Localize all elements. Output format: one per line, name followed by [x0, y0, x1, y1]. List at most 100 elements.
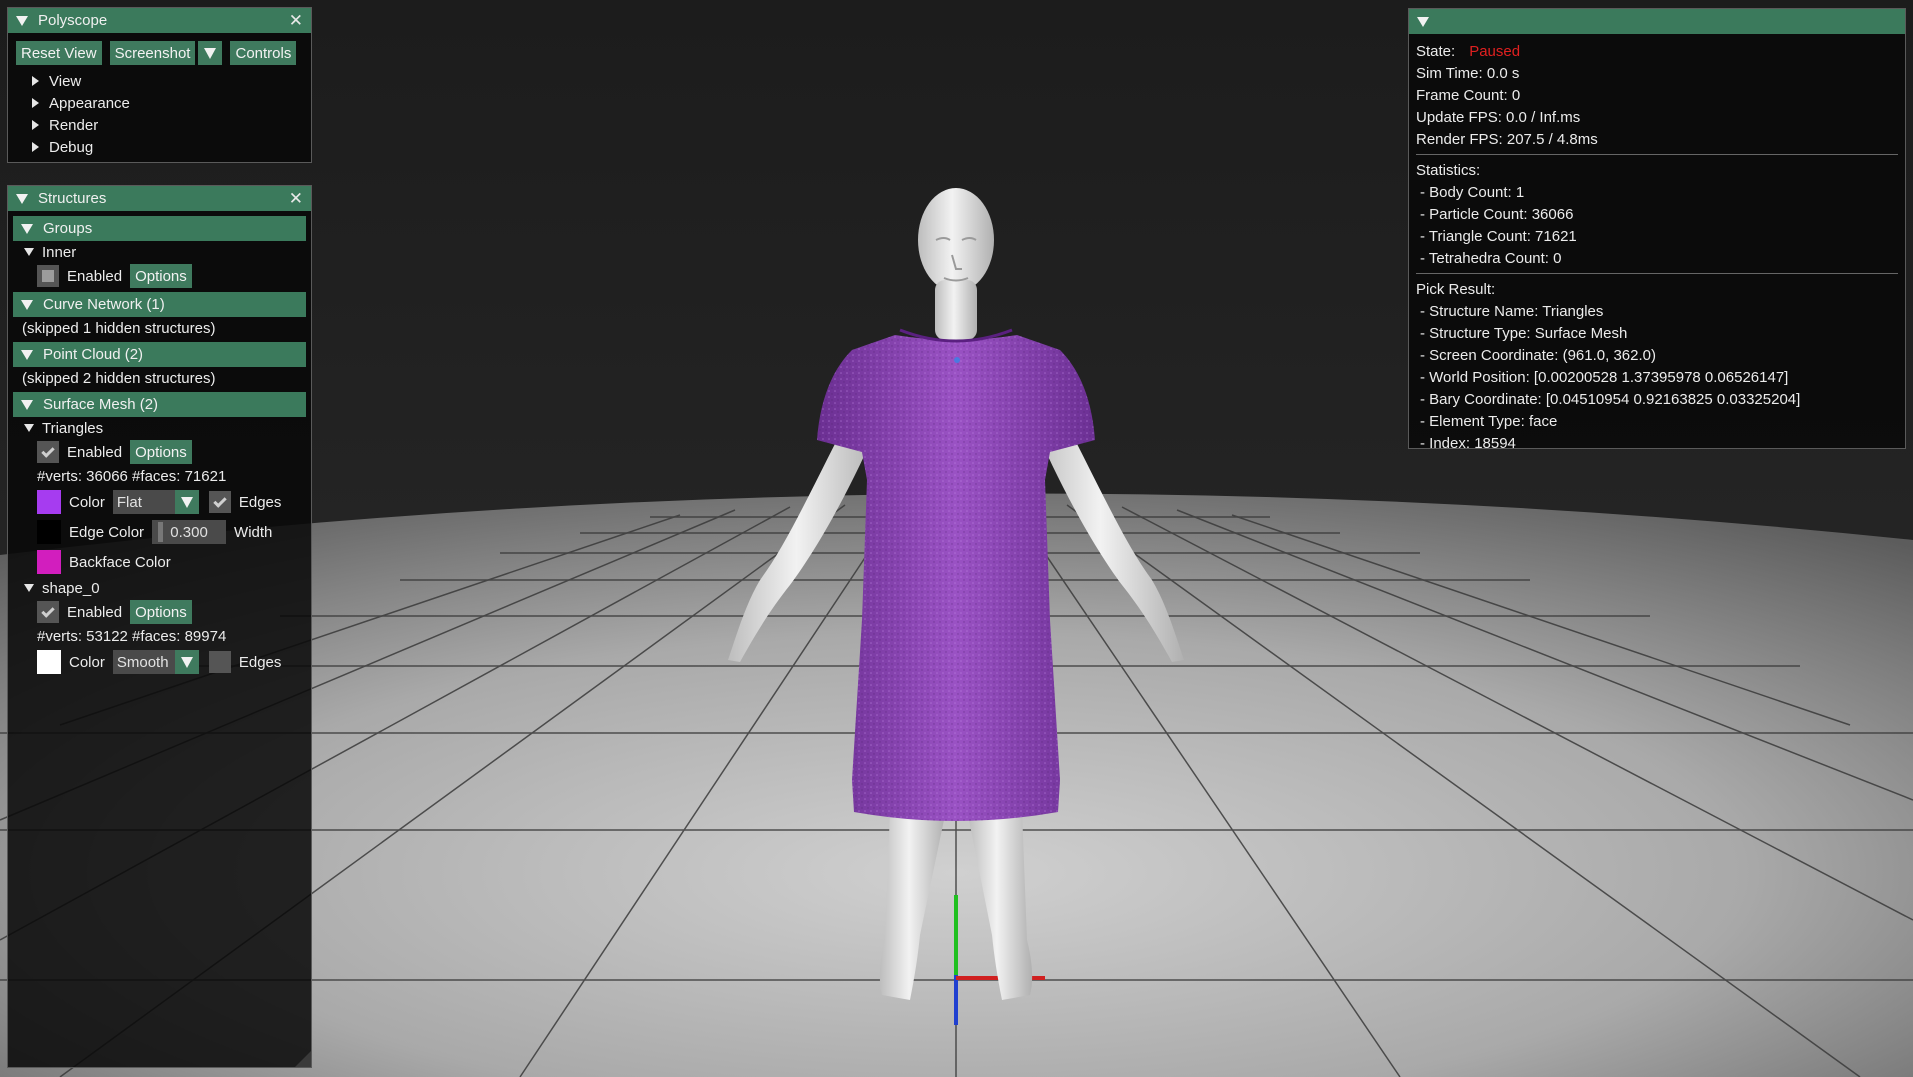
structures-panel: Structures ✕ Groups Inner Enabled Option… — [7, 185, 312, 1068]
close-icon[interactable]: ✕ — [289, 11, 303, 31]
polyscope-title-bar[interactable]: Polyscope ✕ — [8, 8, 311, 33]
point-cloud-skipped: (skipped 2 hidden structures) — [22, 369, 216, 387]
chevron-down-icon — [174, 650, 199, 674]
expand-arrow-icon — [32, 76, 39, 86]
triangles-backface-row: Backface Color — [8, 547, 311, 577]
update-fps: Update FPS: 0.0 / Inf.ms — [1416, 108, 1581, 126]
shading-mode-value: Smooth — [116, 653, 169, 671]
shape0-options-button[interactable]: Options — [130, 600, 192, 624]
simulation-info-panel: State: Paused Sim Time: 0.0 s Frame Coun… — [1408, 8, 1906, 452]
resize-grip[interactable] — [295, 1051, 311, 1067]
tree-node-label: shape_0 — [42, 579, 100, 597]
mesh-color-swatch[interactable] — [37, 490, 61, 514]
tree-node-label: Triangles — [42, 419, 104, 437]
collapse-triangle-icon[interactable] — [16, 15, 28, 26]
statistics-label: Statistics: — [1416, 161, 1481, 179]
collapse-triangle-icon — [21, 223, 33, 234]
tree-node-inner[interactable]: Inner — [8, 241, 311, 263]
screenshot-group: Screenshot — [109, 41, 223, 65]
triangles-edges-checkbox[interactable] — [208, 491, 231, 513]
pick-line: - Structure Type: Surface Mesh — [1420, 324, 1628, 342]
triangles-enabled-checkbox[interactable] — [37, 441, 59, 463]
structures-title: Structures — [38, 190, 107, 207]
enabled-label: Enabled — [67, 603, 123, 621]
checkmark-icon — [41, 443, 55, 458]
collapse-triangle-icon — [21, 299, 33, 310]
info-title-bar[interactable] — [1409, 9, 1905, 34]
tree-node-render[interactable]: Render — [16, 114, 311, 136]
collapse-triangle-icon — [21, 349, 33, 360]
shading-mode-dropdown[interactable]: Smooth — [112, 650, 199, 674]
triangles-enable-row: Enabled Options — [8, 439, 311, 465]
pick-line: - Structure Name: Triangles — [1420, 302, 1604, 320]
curve-network-header[interactable]: Curve Network (1) — [13, 292, 306, 317]
collapse-triangle-icon[interactable] — [16, 193, 28, 204]
checkmark-icon — [213, 493, 227, 508]
inner-enabled-checkbox[interactable] — [37, 265, 59, 287]
backface-color-label: Backface Color — [69, 553, 171, 571]
shape0-enable-row: Enabled Options — [8, 599, 311, 625]
screenshot-button[interactable]: Screenshot — [109, 41, 196, 65]
stat-line: - Particle Count: 36066 — [1420, 205, 1574, 223]
chevron-down-icon — [204, 47, 217, 59]
shape0-enabled-checkbox[interactable] — [37, 601, 59, 623]
sim-time: Sim Time: 0.0 s — [1416, 64, 1520, 82]
expand-arrow-icon — [32, 142, 39, 152]
tree-node-label: Appearance — [49, 94, 130, 112]
expand-arrow-icon — [24, 584, 34, 592]
chevron-down-icon — [174, 490, 199, 514]
polyscope-title: Polyscope — [38, 12, 108, 29]
indeterminate-icon — [42, 270, 54, 282]
tree-node-appearance[interactable]: Appearance — [16, 92, 311, 114]
expand-arrow-icon — [32, 120, 39, 130]
tree-node-label: Inner — [42, 243, 77, 261]
edge-width-slider[interactable]: 0.300 — [152, 520, 227, 544]
render-fps: Render FPS: 207.5 / 4.8ms — [1416, 130, 1598, 148]
divider — [1416, 273, 1898, 274]
pick-line: - Index: 18594 — [1420, 434, 1516, 452]
edge-color-swatch[interactable] — [37, 520, 61, 544]
pick-line: - Bary Coordinate: [0.04510954 0.9216382… — [1420, 390, 1801, 408]
shape0-counts: #verts: 53122 #faces: 89974 — [37, 627, 227, 645]
stat-line: - Triangle Count: 71621 — [1420, 227, 1577, 245]
pick-line: - Screen Coordinate: (961.0, 362.0) — [1420, 346, 1656, 364]
mesh-color-swatch[interactable] — [37, 650, 61, 674]
pick-result-label: Pick Result: — [1416, 280, 1496, 298]
info-content: State: Paused Sim Time: 0.0 s Frame Coun… — [1409, 34, 1905, 460]
collapse-triangle-icon[interactable] — [1417, 16, 1429, 27]
triangles-counts: #verts: 36066 #faces: 71621 — [37, 467, 227, 485]
tree-node-label: Render — [49, 116, 99, 134]
pick-line: - Element Type: face — [1420, 412, 1558, 430]
tree-node-debug[interactable]: Debug — [16, 136, 311, 158]
stat-line: - Tetrahedra Count: 0 — [1420, 249, 1562, 267]
reset-view-button[interactable]: Reset View — [16, 41, 102, 65]
shape0-edges-checkbox[interactable] — [208, 651, 231, 673]
edges-label: Edges — [238, 653, 282, 671]
controls-button[interactable]: Controls — [230, 41, 297, 65]
surface-mesh-header[interactable]: Surface Mesh (2) — [13, 392, 306, 417]
groups-header[interactable]: Groups — [13, 216, 306, 241]
section-label: Groups — [43, 220, 93, 237]
point-cloud-header[interactable]: Point Cloud (2) — [13, 342, 306, 367]
triangles-color-row: Color Flat Edges — [8, 487, 311, 517]
edge-color-label: Edge Color — [69, 523, 145, 541]
tree-node-triangles[interactable]: Triangles — [8, 417, 311, 439]
color-label: Color — [69, 653, 105, 671]
pick-line: - World Position: [0.00200528 1.37395978… — [1420, 368, 1789, 386]
tree-node-label: Debug — [49, 138, 94, 156]
backface-color-swatch[interactable] — [37, 550, 61, 574]
tree-node-label: View — [49, 72, 82, 90]
polyscope-panel: Polyscope ✕ Reset View Screenshot Contro… — [7, 7, 312, 163]
width-label: Width — [234, 523, 273, 541]
shading-mode-dropdown[interactable]: Flat — [112, 490, 199, 514]
close-icon[interactable]: ✕ — [289, 189, 303, 209]
tree-node-view[interactable]: View — [16, 70, 311, 92]
tree-node-shape-0[interactable]: shape_0 — [8, 577, 311, 599]
inner-options-button[interactable]: Options — [130, 264, 192, 288]
checkmark-icon — [41, 603, 55, 618]
enabled-label: Enabled — [67, 443, 123, 461]
screenshot-options-dropdown[interactable] — [198, 41, 223, 65]
triangles-options-button[interactable]: Options — [130, 440, 192, 464]
structures-title-bar[interactable]: Structures ✕ — [8, 186, 311, 211]
curve-network-skipped: (skipped 1 hidden structures) — [22, 319, 216, 337]
